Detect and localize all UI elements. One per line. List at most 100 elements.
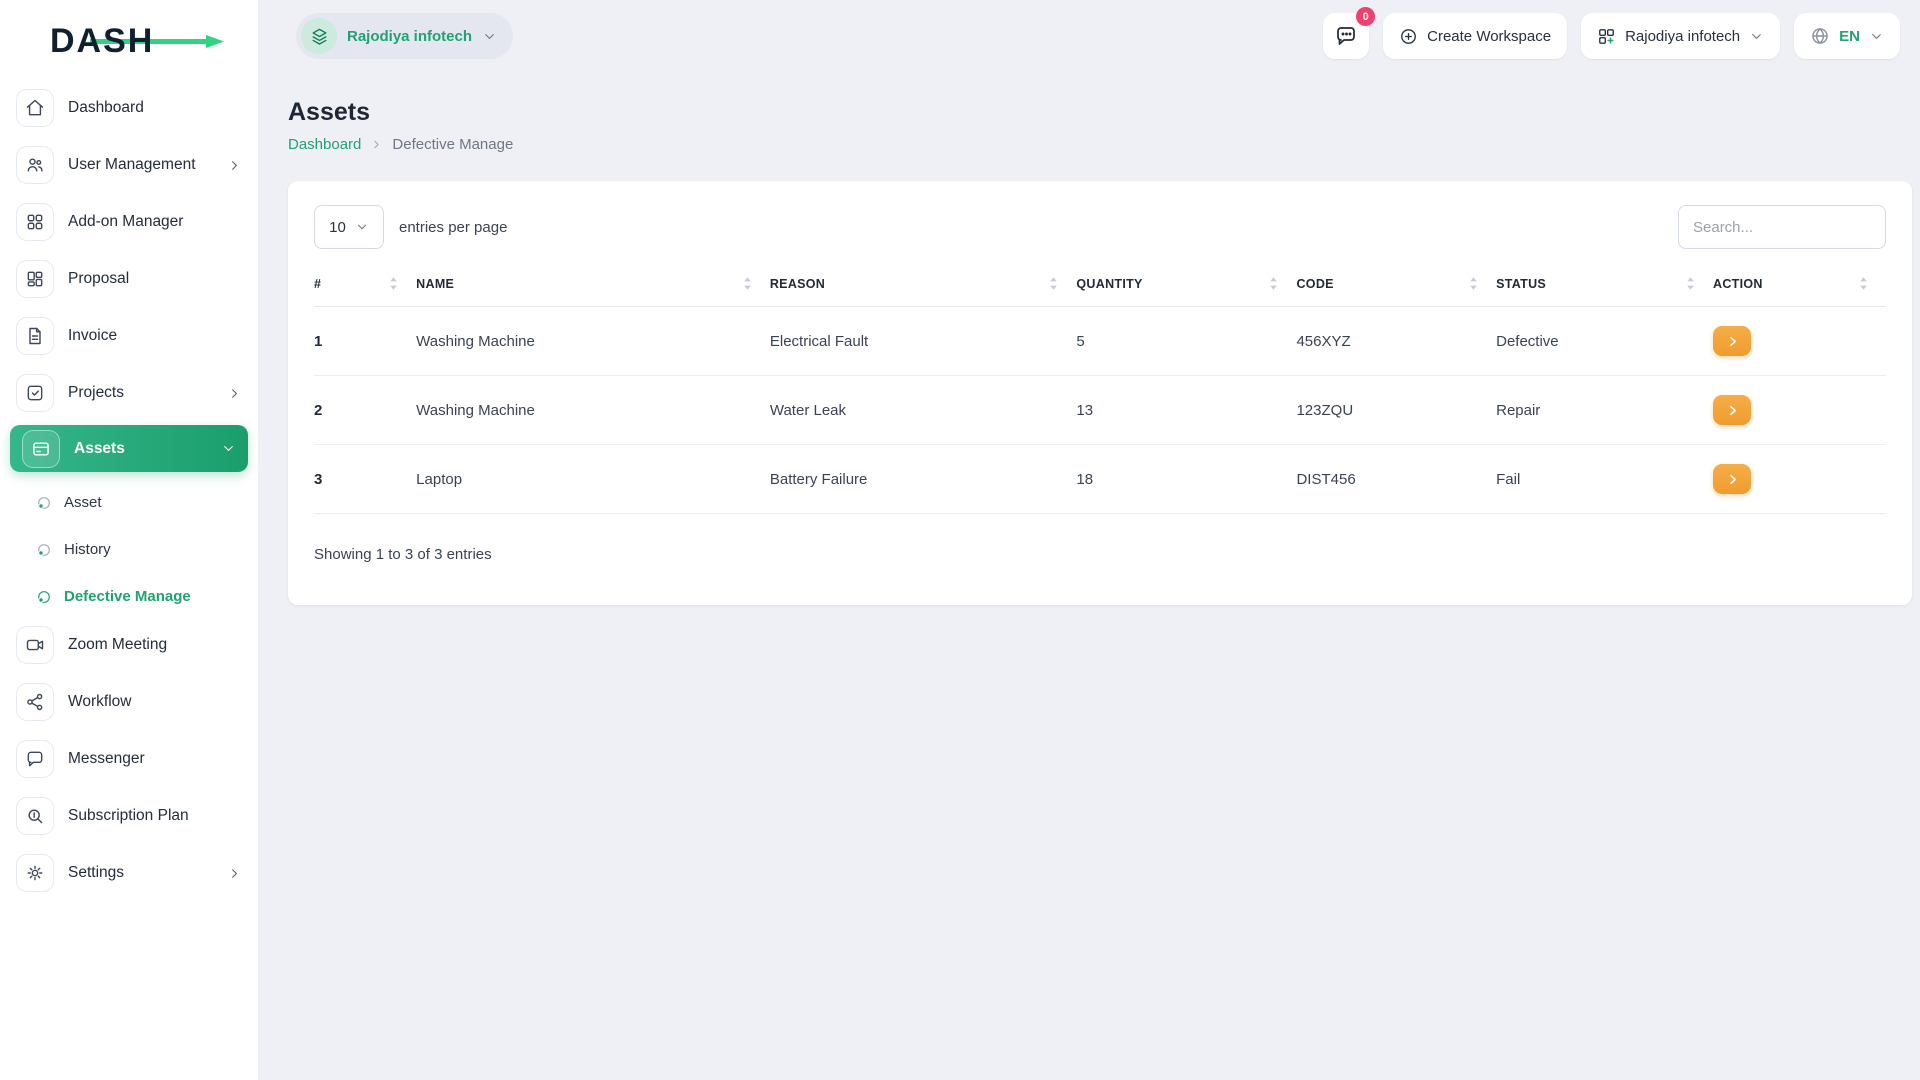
sidebar-subitem-label: Defective Manage (64, 588, 191, 605)
column-header-index[interactable]: # (314, 276, 416, 291)
brand-logo[interactable]: DASH (50, 22, 224, 61)
sidebar-item-add-on-manager[interactable]: Add-on Manager (0, 197, 258, 247)
create-workspace-button[interactable]: Create Workspace (1383, 13, 1568, 59)
sidebar-item-label: Add-on Manager (68, 213, 184, 230)
language-selector[interactable]: EN (1794, 13, 1900, 59)
chevron-right-icon (227, 158, 242, 173)
sidebar-item-label: Workflow (68, 693, 132, 710)
sidebar-subitem-defective-manage[interactable]: Defective Manage (0, 573, 258, 620)
results-summary: Showing 1 to 3 of 3 entries (314, 546, 492, 563)
breadcrumb-dashboard-link[interactable]: Dashboard (288, 136, 361, 153)
sidebar-item-messenger[interactable]: Messenger (0, 734, 258, 784)
row-action-button[interactable] (1713, 464, 1752, 494)
breadcrumb: Dashboard Defective Manage (288, 136, 1912, 153)
workspace-dropdown-label: Rajodiya infotech (1625, 27, 1741, 45)
sidebar-item-label: Invoice (68, 327, 118, 344)
grid-icon (16, 203, 54, 241)
sidebar-item-proposal[interactable]: Proposal (0, 254, 258, 304)
topbar: Rajodiya infotech 0 Create Workspace Raj… (258, 0, 1920, 72)
cell-reason: Electrical Fault (769, 306, 1077, 376)
column-header-action[interactable]: ACTION (1713, 276, 1886, 291)
entries-per-page-value: 10 (329, 218, 346, 236)
workspace-switcher[interactable]: Rajodiya infotech (296, 13, 514, 59)
chevron-down-icon (482, 29, 497, 44)
chevron-right-icon (370, 138, 383, 151)
cell-index: 1 (314, 306, 417, 376)
sidebar-item-projects[interactable]: Projects (0, 368, 258, 418)
video-camera-icon (16, 626, 54, 664)
chevron-down-icon (1869, 29, 1884, 44)
cell-quantity: 5 (1076, 306, 1297, 376)
check-square-icon (16, 374, 54, 412)
table-header-row: # NAME REASON QUANTITY CODE STATUS ACTIO… (314, 261, 1886, 307)
breadcrumb-current: Defective Manage (392, 136, 514, 153)
globe-icon (1810, 26, 1830, 46)
main-content: Assets Dashboard Defective Manage 10 ent… (258, 72, 1920, 1080)
column-header-name[interactable]: NAME (416, 276, 770, 291)
column-header-reason[interactable]: REASON (770, 276, 1077, 291)
file-icon (16, 317, 54, 355)
table-row: 2 Washing Machine Water Leak 13 123ZQU R… (314, 375, 1886, 445)
cell-name: Washing Machine (416, 375, 770, 445)
cell-name: Laptop (416, 444, 770, 514)
sidebar-subitem-history[interactable]: History (0, 526, 258, 573)
cell-code: 456XYZ (1296, 306, 1497, 376)
column-header-code[interactable]: CODE (1296, 276, 1496, 291)
chevron-right-icon (227, 386, 242, 401)
grid-plus-icon (1597, 27, 1616, 46)
cell-status: Defective (1496, 306, 1714, 376)
target-icon (36, 542, 52, 558)
sidebar-item-label: Dashboard (68, 99, 144, 116)
sidebar-item-label: Zoom Meeting (68, 636, 168, 653)
cell-status: Fail (1496, 444, 1714, 514)
sidebar-item-subscription-plan[interactable]: Subscription Plan (0, 791, 258, 841)
layout-icon (16, 260, 54, 298)
sidebar-item-assets[interactable]: Assets (10, 425, 248, 472)
cell-reason: Battery Failure (769, 444, 1077, 514)
cell-code: DIST456 (1296, 444, 1497, 514)
column-header-status[interactable]: STATUS (1496, 276, 1713, 291)
cell-status: Repair (1496, 375, 1714, 445)
sidebar-item-workflow[interactable]: Workflow (0, 677, 258, 727)
share-nodes-icon (16, 683, 54, 721)
workspace-name: Rajodiya infotech (347, 27, 473, 45)
sort-icon (1050, 277, 1058, 290)
sidebar-item-invoice[interactable]: Invoice (0, 311, 258, 361)
chevron-right-icon (1729, 336, 1736, 346)
sidebar-item-label: Proposal (68, 270, 130, 287)
workspace-dropdown[interactable]: Rajodiya infotech (1581, 13, 1781, 59)
cell-index: 2 (314, 375, 417, 445)
row-action-button[interactable] (1713, 395, 1752, 425)
sidebar: DASH Dashboard User Management Add-on Ma… (0, 0, 258, 1080)
row-action-button[interactable] (1713, 326, 1752, 356)
messages-badge: 0 (1356, 7, 1376, 26)
entries-per-page-select[interactable]: 10 (314, 205, 384, 249)
sidebar-item-label: Subscription Plan (68, 807, 189, 824)
sidebar-nav: Dashboard User Management Add-on Manager… (0, 83, 258, 898)
sidebar-item-dashboard[interactable]: Dashboard (0, 83, 258, 133)
sidebar-item-label: Settings (68, 864, 125, 881)
sort-icon (744, 277, 751, 290)
sidebar-item-user-management[interactable]: User Management (0, 140, 258, 190)
sidebar-item-label: Projects (68, 384, 124, 401)
search-input[interactable] (1678, 205, 1886, 249)
sort-icon (1687, 277, 1694, 290)
messages-button[interactable]: 0 (1323, 7, 1376, 59)
cell-index: 3 (314, 444, 417, 514)
sidebar-item-settings[interactable]: Settings (0, 848, 258, 898)
column-header-quantity[interactable]: QUANTITY (1076, 276, 1296, 291)
chevron-right-icon (1729, 405, 1736, 415)
table-row: 3 Laptop Battery Failure 18 DIST456 Fail (314, 444, 1886, 514)
sidebar-subitem-asset[interactable]: Asset (0, 479, 258, 526)
sort-icon (1860, 277, 1867, 290)
sidebar-subitem-label: History (64, 541, 111, 558)
create-workspace-label: Create Workspace (1427, 27, 1552, 45)
plus-circle-icon (1399, 27, 1418, 46)
sidebar-subitem-label: Asset (64, 494, 102, 511)
brand-logo-text: DASH (50, 22, 155, 60)
sidebar-item-zoom-meeting[interactable]: Zoom Meeting (0, 620, 258, 670)
table-card: 10 entries per page # NAME REASON QUANTI… (288, 181, 1912, 605)
sidebar-item-label: Messenger (68, 750, 145, 767)
table-controls: 10 entries per page (314, 205, 1886, 249)
workspace-avatar (301, 18, 337, 54)
